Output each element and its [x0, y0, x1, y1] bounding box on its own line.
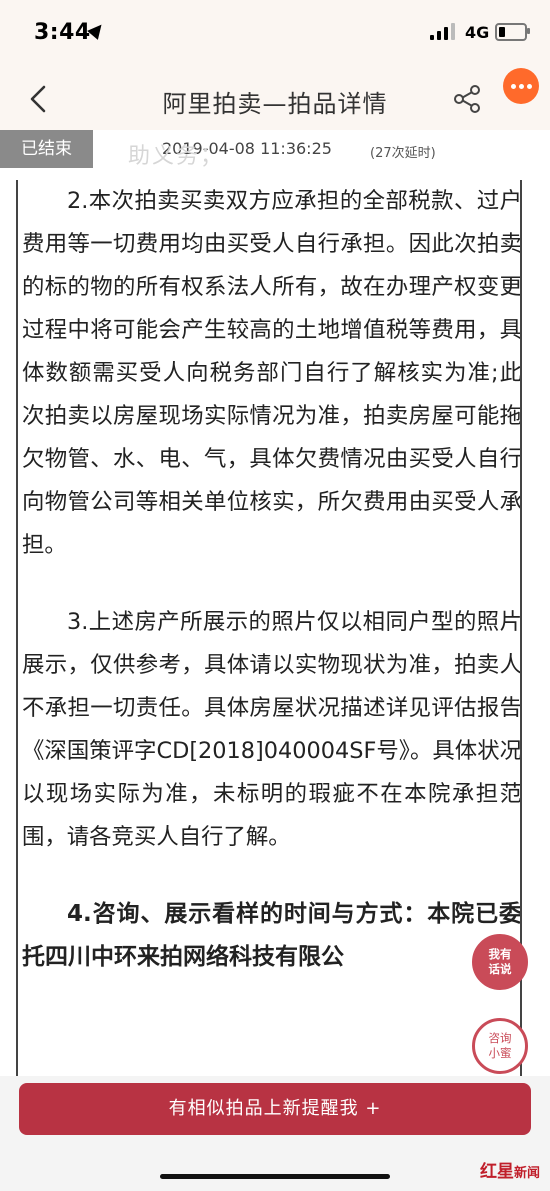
assistant-button[interactable]: 咨询 小蜜	[472, 1018, 528, 1074]
notice-paragraph-2: 2.本次拍卖买卖双方应承担的全部税款、过户费用等一切费用均由买受人自行承担。因此…	[22, 188, 522, 558]
share-icon	[454, 85, 480, 113]
auction-notice-content: 2.本次拍卖买卖双方应承担的全部税款、过户费用等一切费用均由买受人自行承担。因此…	[16, 180, 522, 1080]
notify-similar-button[interactable]: 有相似拍品上新提醒我 +	[19, 1083, 531, 1135]
faded-text: 助义务；	[128, 144, 225, 169]
battery-tip	[527, 28, 530, 34]
status-bar: 3:44 4G	[0, 0, 550, 68]
feedback-button[interactable]: 我有 话说	[472, 934, 528, 990]
delay-count: (27次延时)	[370, 146, 436, 161]
more-button[interactable]	[503, 68, 539, 104]
notice-paragraph-3: 3.上述房产所展示的照片仅以相同户型的照片展示，仅供参考，具体请以实物现状为准，…	[22, 609, 522, 850]
status-time: 3:44	[34, 20, 91, 45]
home-indicator	[160, 1174, 390, 1179]
network-label: 4G	[465, 23, 490, 42]
status-badge: 已结束	[0, 130, 93, 168]
notice-paragraph-4: 4.咨询、展示看样的时间与方式：本院已委托四川中环来拍网络科技有限公	[22, 901, 522, 970]
auction-status-row: 已结束 2019-04-08 11:36:25 (27次延时)	[0, 130, 550, 172]
share-button[interactable]	[452, 84, 482, 114]
battery-icon	[495, 23, 527, 41]
nav-bar: 阿里拍卖—拍品详情	[0, 68, 550, 130]
more-dots-icon	[511, 84, 516, 89]
signal-icon	[430, 22, 458, 40]
watermark-logo: 红星新闻	[480, 1162, 541, 1182]
